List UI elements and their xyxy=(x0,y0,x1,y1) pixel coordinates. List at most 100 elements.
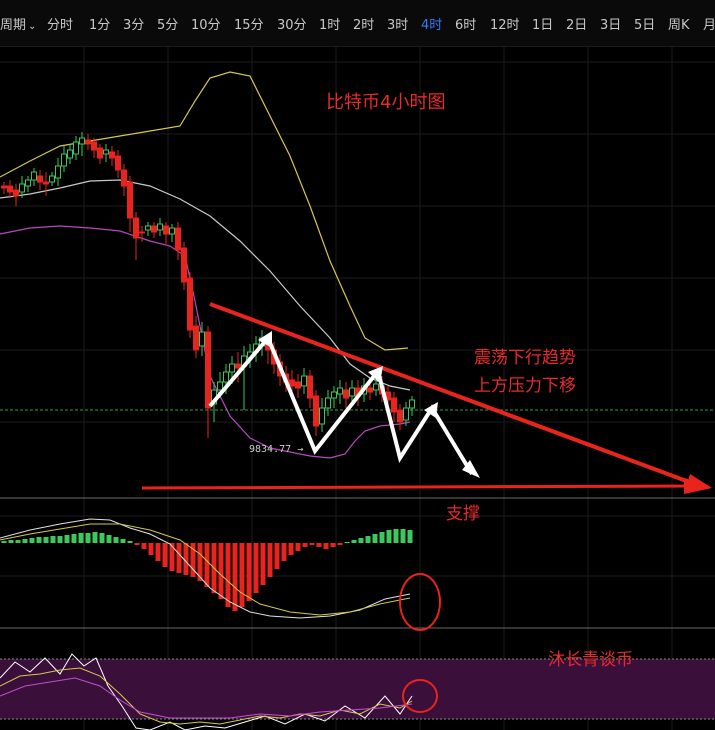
tab-15min[interactable]: 15分 xyxy=(234,14,264,33)
macd-bar xyxy=(365,536,371,543)
candle-body xyxy=(391,397,397,413)
macd-bar xyxy=(155,543,161,561)
macd-bar xyxy=(8,540,14,543)
tab-4h[interactable]: 4时 xyxy=(421,14,442,33)
tab-3h[interactable]: 3时 xyxy=(387,14,408,33)
macd-bar xyxy=(225,543,231,607)
period-selector[interactable]: 周期 ⌄ xyxy=(0,14,36,33)
tab-1d[interactable]: 1日 xyxy=(532,14,553,33)
tab-30min[interactable]: 30分 xyxy=(277,14,307,33)
macd-bar xyxy=(148,543,154,555)
candle-body xyxy=(121,169,127,187)
candle-body xyxy=(397,409,403,423)
arrow-right-icon: → xyxy=(297,444,304,455)
candle-body xyxy=(67,149,73,159)
candle-body xyxy=(19,183,25,193)
tab-6h[interactable]: 6时 xyxy=(455,14,476,33)
upper-band-line xyxy=(0,71,409,351)
candle-body xyxy=(109,151,115,159)
macd-bar xyxy=(169,543,175,571)
candle-body xyxy=(199,331,205,347)
candle-body xyxy=(103,149,109,155)
candle-body xyxy=(343,389,349,399)
macd-bar xyxy=(351,540,357,543)
candle-body xyxy=(7,185,13,193)
macd-bar xyxy=(358,538,364,543)
tab-2h[interactable]: 2时 xyxy=(353,14,374,33)
macd-bar xyxy=(239,543,245,607)
candle-body xyxy=(49,175,55,183)
candle-body xyxy=(31,171,37,181)
resistance-trendline xyxy=(209,302,701,488)
candle-body xyxy=(235,363,241,369)
macd-bar xyxy=(344,542,350,543)
macd-histogram xyxy=(1,529,413,611)
macd-bar xyxy=(99,533,105,543)
macd-bar xyxy=(141,543,147,549)
tab-monthly[interactable]: 月 xyxy=(703,14,715,33)
candle-body xyxy=(73,141,79,155)
candle-body xyxy=(367,387,373,393)
macd-bar xyxy=(71,534,77,543)
candle-body xyxy=(79,137,85,145)
candle-body xyxy=(337,387,343,395)
candle-body xyxy=(409,399,415,409)
macd-bar xyxy=(330,543,336,547)
support-annotation: 支撑 xyxy=(446,504,480,524)
macd-bar xyxy=(162,543,168,567)
candle-body xyxy=(13,189,19,197)
macd-bar xyxy=(281,543,287,561)
candle-body xyxy=(331,391,337,399)
candle-body xyxy=(97,147,103,159)
tab-3d[interactable]: 3日 xyxy=(600,14,621,33)
macd-bar xyxy=(386,530,392,543)
tab-1min[interactable]: 1分 xyxy=(89,14,110,33)
tab-weekly[interactable]: 周K xyxy=(668,14,690,33)
macd-bar xyxy=(260,543,266,585)
watermark-text: 沐长青谈币 xyxy=(548,650,633,670)
tab-1h[interactable]: 1时 xyxy=(319,14,340,33)
candle-body xyxy=(163,225,169,235)
macd-bar xyxy=(393,529,399,543)
macd-bar xyxy=(372,534,378,543)
low-price-label: 9834.77 → xyxy=(249,444,303,455)
candle-body xyxy=(307,375,313,399)
tab-3min[interactable]: 3分 xyxy=(123,14,144,33)
candle-body xyxy=(373,383,379,391)
kline-chart[interactable] xyxy=(0,46,715,730)
tab-10min[interactable]: 10分 xyxy=(191,14,221,33)
trend-annotation-line-1: 震荡下行趋势 xyxy=(474,348,576,368)
macd-bar xyxy=(64,535,70,543)
candle-body xyxy=(193,325,199,351)
macd-bar xyxy=(400,529,406,543)
macd-bar xyxy=(57,536,63,543)
macd-bar xyxy=(274,543,280,569)
period-toolbar: 周期 ⌄ 分时 1分 3分 5分 10分 15分 30分 1时 2时 3时 4时 … xyxy=(0,0,715,47)
period-label: 周期 xyxy=(0,18,27,33)
macd-bar xyxy=(36,537,42,543)
candle-body xyxy=(151,225,157,233)
macd-bar xyxy=(1,541,7,543)
candle-body xyxy=(325,397,331,409)
candle-body xyxy=(157,223,163,231)
macd-bar xyxy=(337,543,343,545)
candle-body xyxy=(85,139,91,145)
macd-bar xyxy=(316,543,322,547)
tab-timeline[interactable]: 分时 xyxy=(47,14,73,33)
macd-bar xyxy=(106,535,112,543)
macd-bar xyxy=(267,543,273,577)
tab-12h[interactable]: 12时 xyxy=(490,14,520,33)
macd-bar xyxy=(295,543,301,551)
candle-body xyxy=(1,185,7,189)
candle-body xyxy=(43,181,49,185)
tab-5min[interactable]: 5分 xyxy=(157,14,178,33)
macd-bar xyxy=(113,537,119,543)
candle-body xyxy=(169,227,175,235)
candle-body xyxy=(229,363,235,373)
macd-bar xyxy=(22,539,28,543)
candle-body xyxy=(289,379,295,387)
macd-bar xyxy=(15,540,21,543)
tab-2d[interactable]: 2日 xyxy=(566,14,587,33)
candle-body xyxy=(115,155,121,171)
tab-5d[interactable]: 5日 xyxy=(634,14,655,33)
